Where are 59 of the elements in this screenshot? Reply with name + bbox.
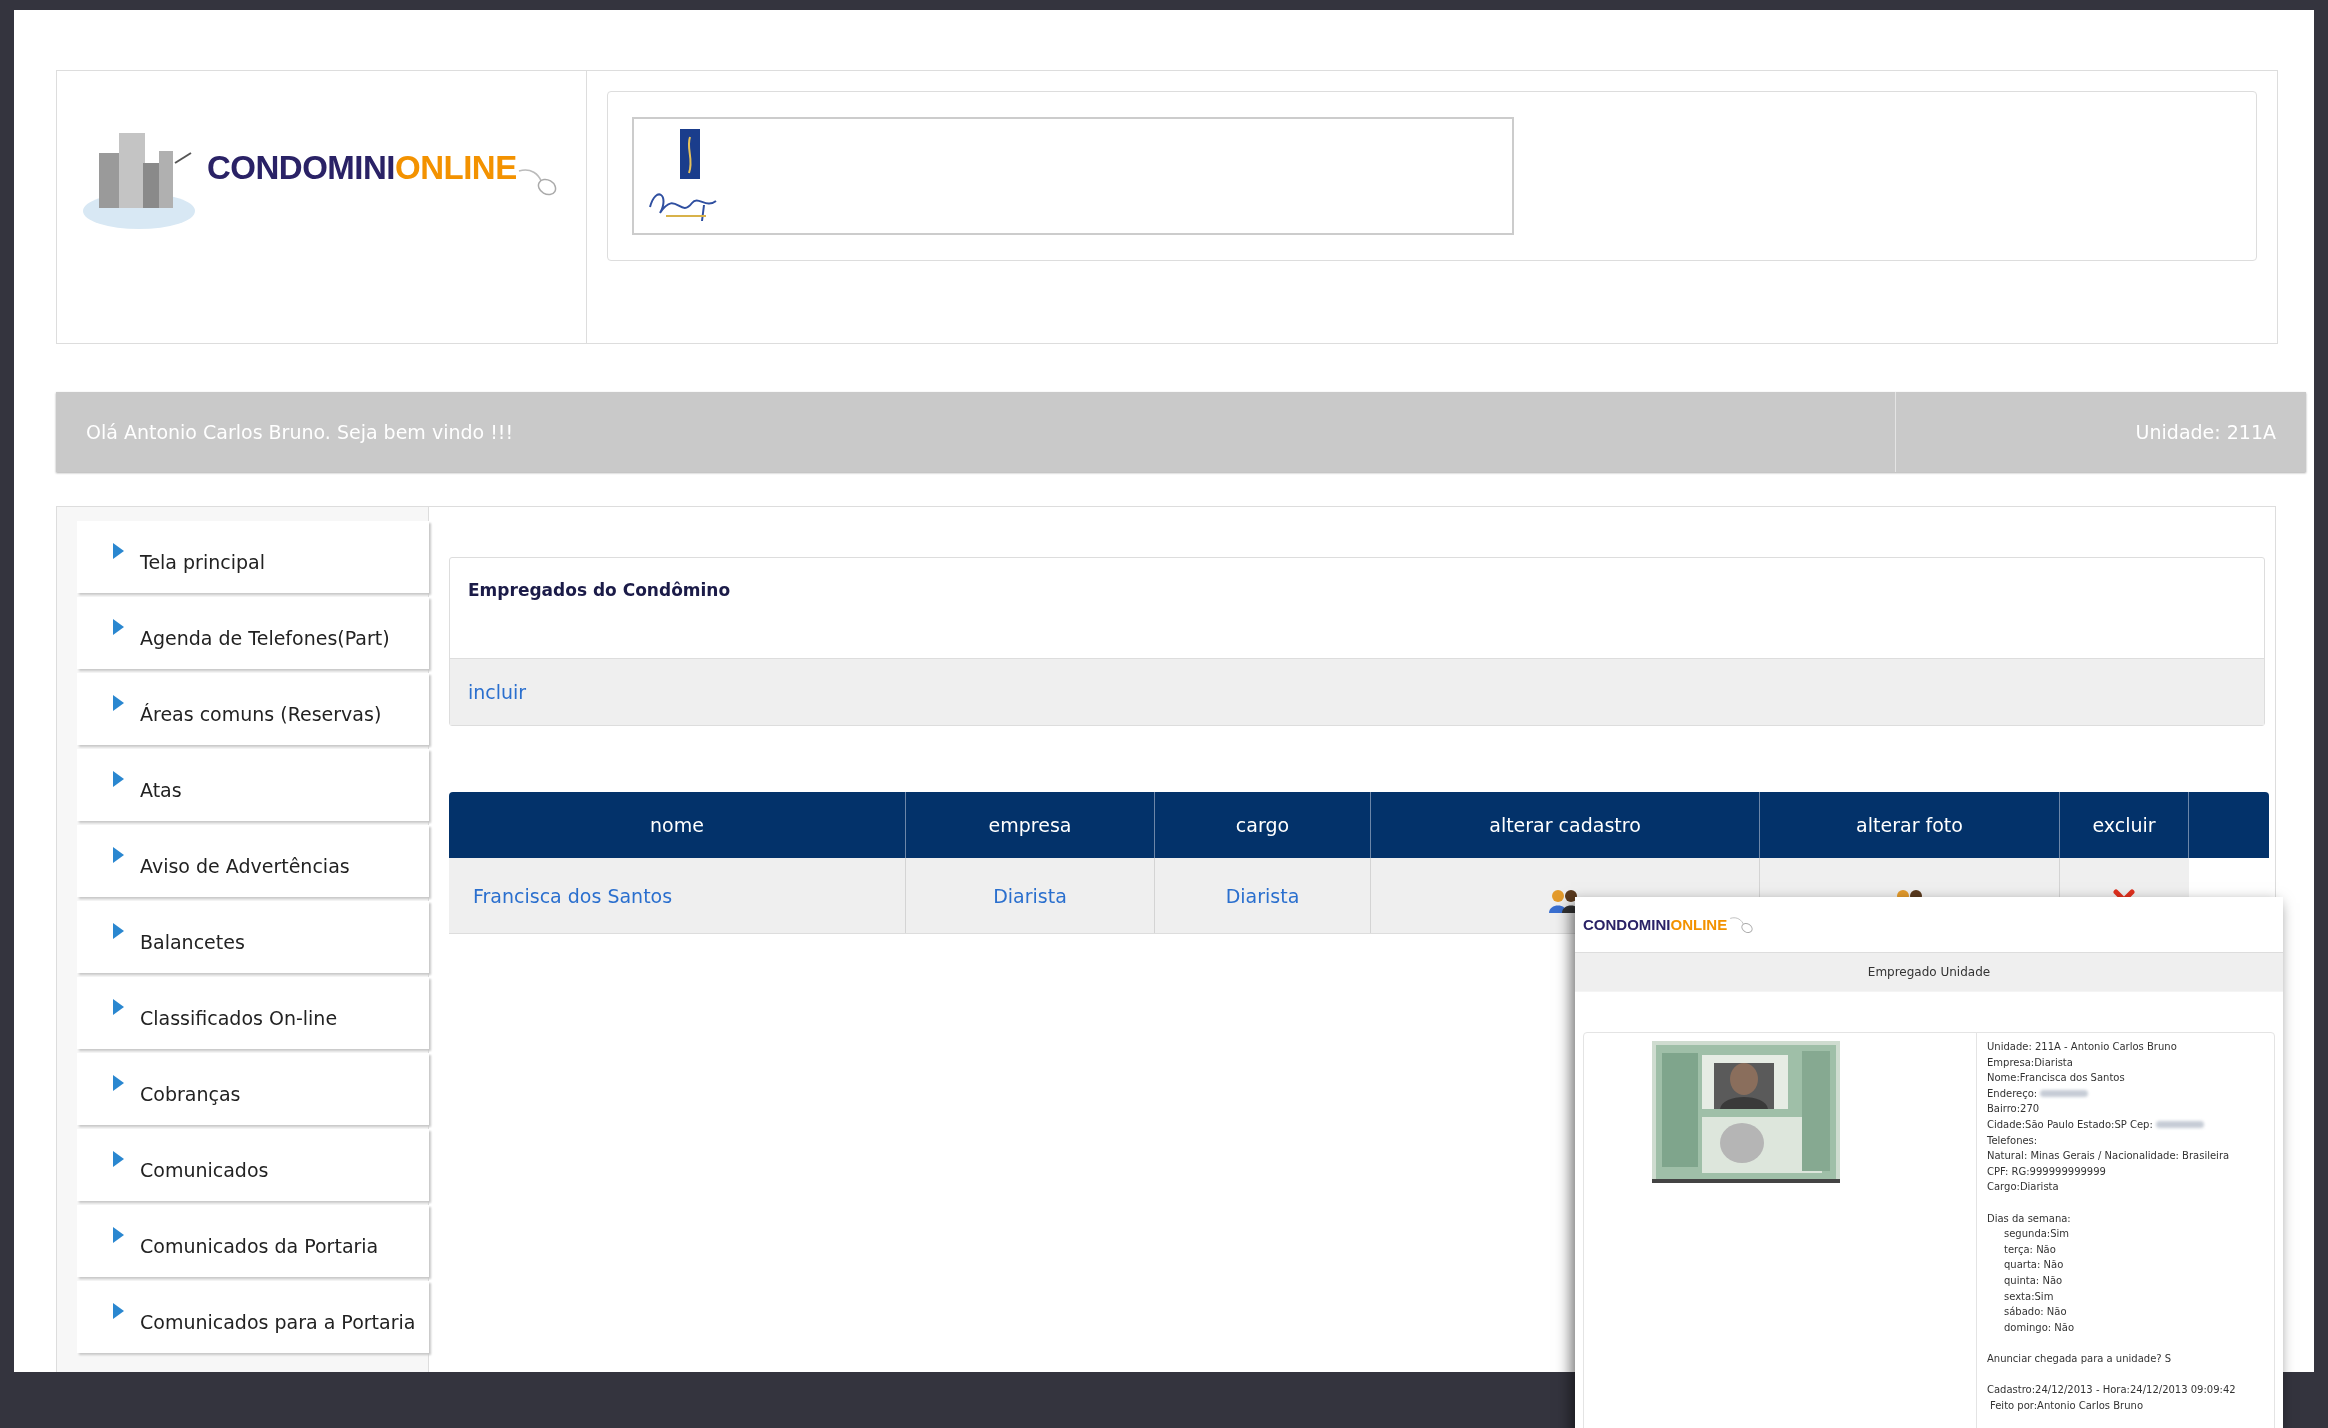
detail-text: Cargo:Diarista [1987, 1181, 2059, 1193]
caret-icon [113, 1151, 124, 1167]
add-link[interactable]: incluir [468, 681, 527, 703]
table-link[interactable]: Diarista [993, 884, 1067, 907]
detail-text: quinta: Não [2003, 1273, 2064, 1288]
detail-text: Empresa:Diarista [1987, 1056, 2073, 1068]
sidebar-item[interactable]: Cobranças [77, 1053, 429, 1125]
sidebar-item[interactable]: Agenda de Telefones(Part) [77, 597, 429, 669]
detail-text: terça: Não [2003, 1242, 2057, 1257]
sidebar-item[interactable]: Classificados On-line [77, 977, 429, 1049]
detail-text: Cadastro:24/12/2013 - Hora:24/12/2013 09:09:42 [1987, 1383, 2237, 1398]
sidebar-item[interactable]: Tela principal [77, 521, 429, 593]
detail-text: Unidade: 211A - Antonio Carlos Bruno [1987, 1041, 2177, 1052]
detail-text: quarta: Não [2003, 1258, 2065, 1273]
caret-icon [113, 695, 124, 711]
detail-text: Nome:Francisca dos Santos [1987, 1072, 2125, 1084]
detail-text: Cidade:São Paulo Estado:SP Cep: [1987, 1118, 2153, 1130]
detail-text: Telefones: [1987, 1134, 2038, 1146]
table-link[interactable]: Diarista [1225, 884, 1300, 907]
sidebar-item[interactable]: Comunicados da Portaria [77, 1205, 429, 1277]
detail-text: Anunciar chegada para a unidade? S [1987, 1351, 2173, 1366]
detail-text: sábado: Não [2003, 1305, 2068, 1320]
sidebar-item[interactable]: Comunicados [77, 1129, 429, 1201]
column-header: nome [449, 792, 906, 858]
caret-icon [113, 1075, 124, 1091]
caret-icon [113, 619, 124, 635]
section-title: Empregados do Condômino [468, 580, 731, 600]
caret-icon [113, 1227, 124, 1243]
sidebar-item[interactable]: Balancetes [77, 901, 429, 973]
detail-text: Dias da semana: [1987, 1211, 2072, 1226]
detail-text: CPF: RG:999999999999 [1987, 1165, 2106, 1177]
table-link[interactable]: Francisca dos Santos [473, 884, 673, 907]
detail-text: sexta:Sim [2003, 1289, 2055, 1304]
column-header: alterar cadastro [1370, 792, 1760, 858]
caret-icon [113, 923, 124, 939]
mouse-icon [516, 167, 557, 197]
sidebar-item[interactable]: Áreas comuns (Reservas) [77, 673, 429, 745]
column-header: alterar foto [1759, 792, 2060, 858]
detail-text: segunda:Sim [2003, 1227, 2071, 1242]
sidebar-item[interactable]: Aviso de Advertências [77, 825, 429, 897]
caret-icon [113, 999, 124, 1015]
caret-icon [113, 1303, 124, 1319]
column-header: cargo [1154, 792, 1371, 858]
column-header: excluir [2059, 792, 2189, 858]
dialog-title: Empregado Unidade [1867, 965, 1991, 979]
detail-text: Feito por:Antonio Carlos Bruno [1989, 1398, 2145, 1413]
sidebar-item[interactable]: Comunicados para a Portaria [77, 1281, 429, 1353]
detail-text: Endereço: [1987, 1087, 2038, 1099]
detail-text: Bairro:270 [1987, 1103, 2040, 1115]
detail-text: domingo: Não [2003, 1320, 2076, 1335]
mouse-icon [1729, 915, 1754, 934]
caret-icon [113, 543, 124, 559]
caret-icon [113, 847, 124, 863]
sidebar-item[interactable]: Atas [77, 749, 429, 821]
brand-name: CONDOMINIONLINE [207, 149, 517, 187]
brand-name: CONDOMINIONLINE [1583, 916, 1728, 933]
column-header: empresa [905, 792, 1155, 858]
caret-icon [113, 771, 124, 787]
detail-text: Natural: Minas Gerais / Nacionalidade: Brasileira [1987, 1150, 2230, 1162]
